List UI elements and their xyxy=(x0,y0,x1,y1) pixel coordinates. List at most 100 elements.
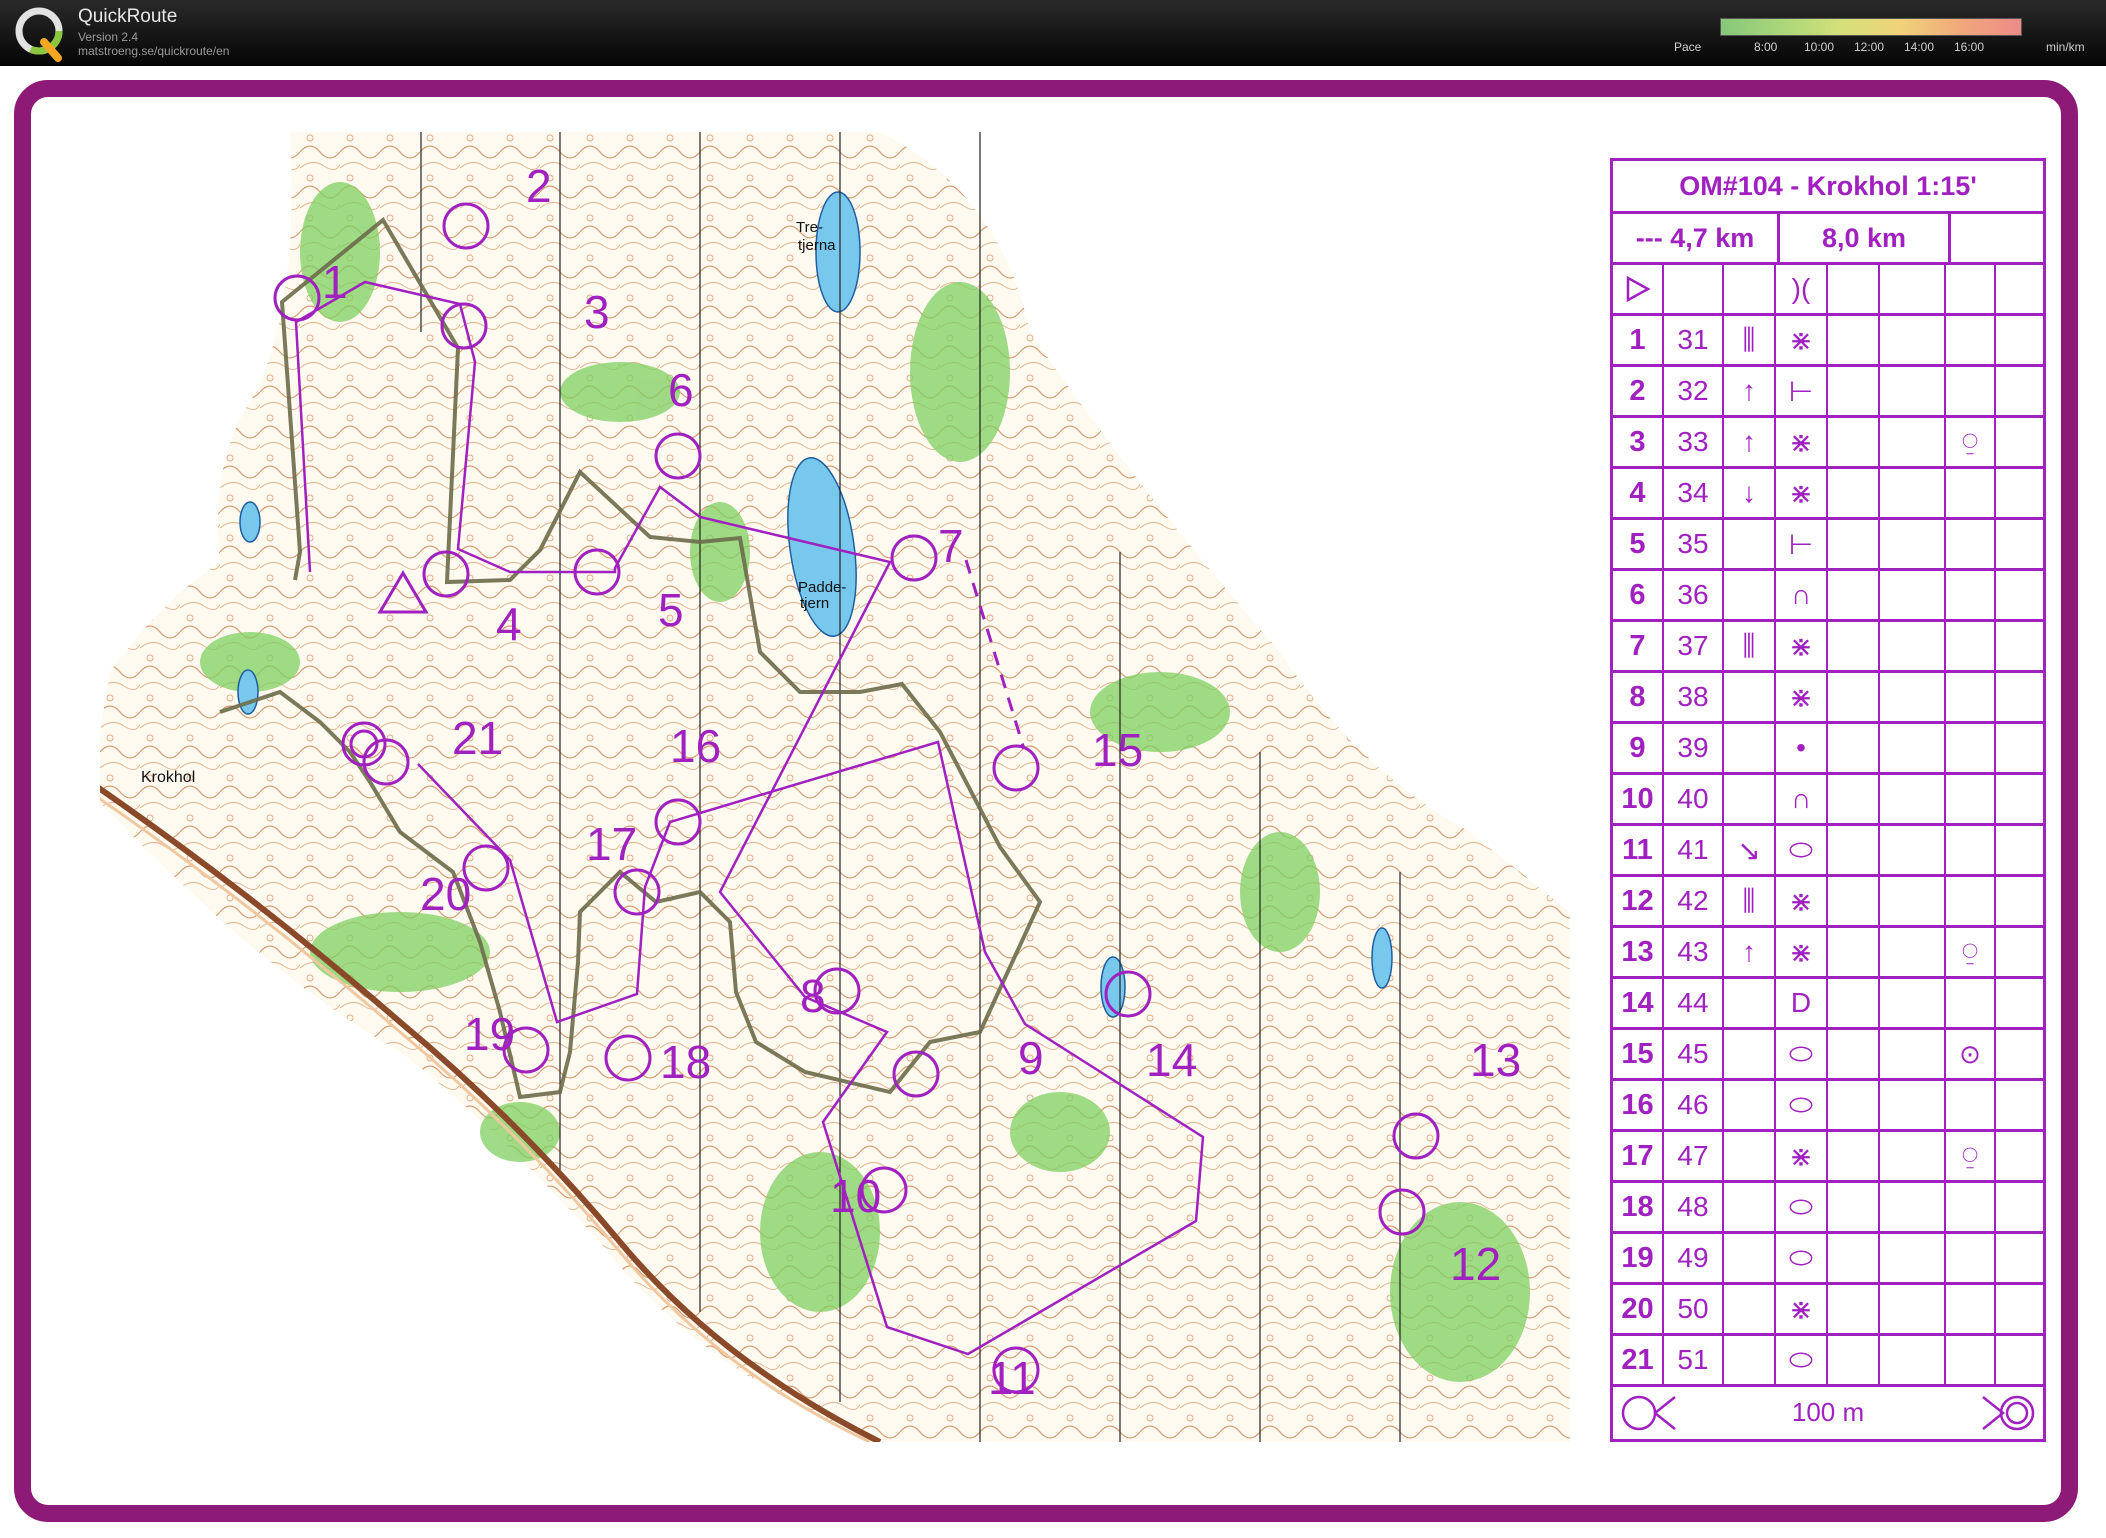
cell-code: 41 xyxy=(1664,826,1724,874)
cell-h xyxy=(1996,877,2043,925)
cell-which xyxy=(1724,1336,1776,1384)
control-row: 18 48 ⬭ xyxy=(1613,1183,2043,1234)
cell-num: 9 xyxy=(1613,724,1664,772)
cell-num: 19 xyxy=(1613,1234,1664,1282)
control-row: 20 50 ⋇ xyxy=(1613,1285,2043,1336)
control-label: 3 xyxy=(584,286,610,338)
cell-e xyxy=(1828,571,1880,619)
control-label: 9 xyxy=(1018,1032,1044,1084)
cell-num: 7 xyxy=(1613,622,1664,670)
control-row: 19 49 ⬭ xyxy=(1613,1234,2043,1285)
cell-which: ⫼ xyxy=(1724,877,1776,925)
cell-h xyxy=(1996,520,2043,568)
cell-e xyxy=(1828,724,1880,772)
cell-code: 37 xyxy=(1664,622,1724,670)
cell-code: 47 xyxy=(1664,1132,1724,1180)
cell-code: 34 xyxy=(1664,469,1724,517)
cell-feat: ⋇ xyxy=(1776,877,1828,925)
cell-h xyxy=(1996,1030,2043,1078)
quickroute-logo xyxy=(15,7,63,62)
cell-e xyxy=(1828,979,1880,1027)
cell-e xyxy=(1828,316,1880,364)
cell-feat: ⋇ xyxy=(1776,1132,1828,1180)
cell-which xyxy=(1724,1285,1776,1333)
cell-h xyxy=(1996,724,2043,772)
cell-num: 10 xyxy=(1613,775,1664,823)
cell-f xyxy=(1880,520,1946,568)
cell-feat: )( xyxy=(1776,265,1828,313)
place-name-tretjerna: Tre- xyxy=(796,219,823,236)
control-row: 8 38 ⋇ xyxy=(1613,673,2043,724)
cell-feat: ⋇ xyxy=(1776,418,1828,466)
cell-num: 14 xyxy=(1613,979,1664,1027)
control-row: 13 43 ↑ ⋇ ⍜ xyxy=(1613,928,2043,979)
cell-code: 42 xyxy=(1664,877,1724,925)
cell-g xyxy=(1946,1336,1996,1384)
cell-which xyxy=(1724,520,1776,568)
cell-g xyxy=(1946,1234,1996,1282)
cell-g xyxy=(1946,673,1996,721)
place-name-krokhol: Krokhol xyxy=(141,769,195,786)
cell-which xyxy=(1724,775,1776,823)
cell-f xyxy=(1880,1183,1946,1231)
cell-feat: ⬭ xyxy=(1776,1234,1828,1282)
cell-f xyxy=(1880,1285,1946,1333)
cell-num: 18 xyxy=(1613,1183,1664,1231)
cell-h xyxy=(1996,826,2043,874)
control-row: 9 39 • xyxy=(1613,724,2043,775)
cell-num: 16 xyxy=(1613,1081,1664,1129)
control-label: 6 xyxy=(668,364,694,416)
cell-h xyxy=(1996,622,2043,670)
cell-num: 12 xyxy=(1613,877,1664,925)
cell-code: 33 xyxy=(1664,418,1724,466)
pace-tick: 12:00 xyxy=(1854,40,1885,54)
app-version: Version 2.4 xyxy=(78,30,139,44)
cell-feat: ⬭ xyxy=(1776,1030,1828,1078)
cell-feat: ⊢ xyxy=(1776,367,1828,415)
cell-h xyxy=(1996,673,2043,721)
control-label: 18 xyxy=(660,1036,711,1088)
control-label: 8 xyxy=(800,970,826,1022)
app-url[interactable]: matstroeng.se/quickroute/en xyxy=(78,44,229,58)
control-label: 13 xyxy=(1470,1034,1521,1086)
cell-f xyxy=(1880,571,1946,619)
cell-num: 15 xyxy=(1613,1030,1664,1078)
cell-e xyxy=(1828,1234,1880,1282)
cell-num: 4 xyxy=(1613,469,1664,517)
cell-g xyxy=(1946,826,1996,874)
cell-g xyxy=(1946,367,1996,415)
course-length-a: --- 4,7 km xyxy=(1613,214,1780,262)
cell-h xyxy=(1996,265,2043,313)
cell-which xyxy=(1724,1234,1776,1282)
control-label: 19 xyxy=(464,1008,515,1060)
cell-num: 20 xyxy=(1613,1285,1664,1333)
cell-h xyxy=(1996,1183,2043,1231)
cell-h xyxy=(1996,775,2043,823)
cell-f xyxy=(1880,775,1946,823)
orienteering-map[interactable]: Tre- tjerna Padde- tjern Krokhol 1 2 3 4… xyxy=(100,132,1570,1442)
control-label: 12 xyxy=(1450,1238,1501,1290)
cell-feat: ⋇ xyxy=(1776,673,1828,721)
cell-e xyxy=(1828,1030,1880,1078)
cell-g xyxy=(1946,1183,1996,1231)
cell-h xyxy=(1996,928,2043,976)
control-row: 12 42 ⫼ ⋇ xyxy=(1613,877,2043,928)
cell-feat: ⋇ xyxy=(1776,316,1828,364)
control-row: 1 31 ⫼ ⋇ xyxy=(1613,316,2043,367)
cell-feat: ⊢ xyxy=(1776,520,1828,568)
cell-code: 32 xyxy=(1664,367,1724,415)
cell-which xyxy=(1724,571,1776,619)
pace-color-scale xyxy=(1720,18,2022,36)
control-row: 21 51 ⬭ xyxy=(1613,1336,2043,1387)
cell-num: 5 xyxy=(1613,520,1664,568)
cell-feat: ⬭ xyxy=(1776,1336,1828,1384)
cell-e xyxy=(1828,775,1880,823)
pace-tick: 16:00 xyxy=(1954,40,1985,54)
map-canvas[interactable]: Tre- tjerna Padde- tjern Krokhol 1 2 3 4… xyxy=(100,132,1570,1442)
cell-num: 13 xyxy=(1613,928,1664,976)
cell-which: ↓ xyxy=(1724,469,1776,517)
cell-g xyxy=(1946,571,1996,619)
control-row: 10 40 ∩ xyxy=(1613,775,2043,826)
cell-e xyxy=(1828,928,1880,976)
control-row: 6 36 ∩ xyxy=(1613,571,2043,622)
